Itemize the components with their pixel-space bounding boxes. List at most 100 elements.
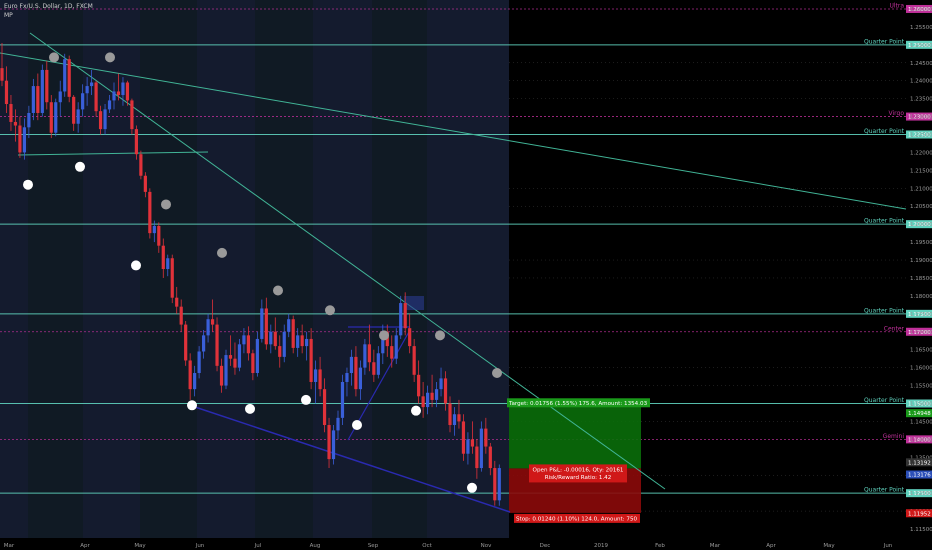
candle-body xyxy=(121,82,125,96)
candle-body xyxy=(9,104,13,122)
time-tick: Oct xyxy=(422,543,432,549)
white-dot-marker xyxy=(75,161,85,172)
candle-body xyxy=(452,414,457,426)
price-tick: 1.24000 xyxy=(910,79,932,85)
candle-body xyxy=(439,378,443,390)
gray-dot-marker xyxy=(273,285,283,296)
price-axis-layer: 1.26000 1.25000 1.23000 1.22500 1.20000 1.175… xyxy=(906,4,932,533)
gray-dot-marker xyxy=(379,330,389,341)
session-band xyxy=(0,0,28,538)
candle-body xyxy=(466,439,470,454)
price-tick: 1.18000 xyxy=(910,294,932,300)
price-tick: 1.15500 xyxy=(910,384,932,390)
gray-dot-marker xyxy=(105,52,115,63)
price-tick: 1.22500 xyxy=(910,133,932,139)
candle-body xyxy=(354,356,358,390)
target-label: Target: 0.01756 (1.55%) 175.6, Amount: 1… xyxy=(508,401,648,407)
candle-body xyxy=(67,59,71,97)
gray-dot-marker xyxy=(217,247,227,258)
candle-body xyxy=(179,306,183,325)
candle-body xyxy=(457,414,461,422)
candle-body xyxy=(493,468,497,501)
candle-body xyxy=(81,93,85,110)
candle-body xyxy=(210,319,215,325)
candle-body xyxy=(175,297,179,307)
candle-body xyxy=(278,346,282,357)
candle-body xyxy=(166,258,170,269)
candle-body xyxy=(322,389,327,426)
price-tick: 1.17000 xyxy=(910,330,932,336)
candle-body xyxy=(430,392,434,400)
price-tick: 1.19000 xyxy=(910,258,932,264)
open-pnl-label: Open P&L: -0.00016, Qty: 20161 xyxy=(533,467,624,473)
gray-dot-marker xyxy=(435,330,445,341)
candle-body xyxy=(54,102,58,133)
white-dot-marker xyxy=(131,260,141,271)
target-zone xyxy=(509,405,641,469)
candle-body xyxy=(197,351,201,374)
time-tick: Nov xyxy=(481,543,492,549)
candle-body xyxy=(103,109,107,130)
candle-body xyxy=(300,335,304,347)
time-tick: Apr xyxy=(766,543,776,549)
candle-body xyxy=(139,154,143,176)
candle-body xyxy=(314,369,318,382)
candle-body xyxy=(488,446,492,469)
candle-body xyxy=(237,344,242,368)
candle-body xyxy=(22,127,26,153)
candle-body xyxy=(170,258,174,298)
candle-body xyxy=(228,355,233,359)
time-tick: Jun xyxy=(195,543,205,549)
price-tick: 1.26000 xyxy=(910,7,932,13)
level-label: Center xyxy=(884,325,905,332)
candle-body xyxy=(202,335,206,352)
session-band xyxy=(197,0,255,538)
price-tick: 1.23000 xyxy=(910,115,932,121)
price-tick: 1.25000 xyxy=(910,43,932,49)
candle-body xyxy=(376,353,380,375)
candle-body xyxy=(58,91,62,103)
candle-body xyxy=(0,68,4,81)
candle-body xyxy=(184,324,188,361)
time-tick: Dec xyxy=(540,543,551,549)
candle-body xyxy=(390,346,394,359)
time-tick: May xyxy=(823,543,835,549)
candle-body xyxy=(4,80,9,105)
time-tick: Jul xyxy=(254,543,262,549)
candle-body xyxy=(408,328,412,347)
candle-body xyxy=(98,111,103,130)
session-band xyxy=(372,0,427,538)
candle-body xyxy=(233,358,237,368)
level-label: Quarter Point xyxy=(864,218,905,225)
candle-body xyxy=(479,428,483,469)
candle-body xyxy=(27,112,31,128)
candle-body xyxy=(273,331,277,347)
price-badge-text: 1.13192 xyxy=(908,460,931,466)
price-tick: 1.14500 xyxy=(910,419,932,425)
candle-body xyxy=(282,331,286,357)
chart-canvas[interactable]: Ultra Quarter Point Virgo Quarter Point Quar… xyxy=(0,0,932,550)
candle-body xyxy=(72,96,76,124)
price-tick: 1.17500 xyxy=(910,312,932,318)
time-tick: Apr xyxy=(80,543,90,549)
candle-body xyxy=(143,175,147,192)
gray-dot-marker xyxy=(325,305,335,316)
candle-body xyxy=(426,392,430,408)
candle-body xyxy=(475,446,479,469)
candle-body xyxy=(296,335,300,348)
candle-body xyxy=(434,389,439,400)
price-tick: 1.15000 xyxy=(910,402,932,408)
candle-body xyxy=(461,421,466,454)
candle-body xyxy=(107,100,112,110)
indicator-label: MP xyxy=(4,12,13,19)
candle-body xyxy=(18,125,22,153)
candle-body xyxy=(421,396,425,408)
candle-body xyxy=(443,378,448,404)
level-label: Quarter Point xyxy=(864,487,905,494)
time-tick: 2019 xyxy=(594,543,608,549)
candle-body xyxy=(148,191,152,234)
candle-body xyxy=(470,439,474,447)
candle-body xyxy=(112,91,116,101)
candle-body xyxy=(403,303,407,329)
level-label: Quarter Point xyxy=(864,38,905,45)
